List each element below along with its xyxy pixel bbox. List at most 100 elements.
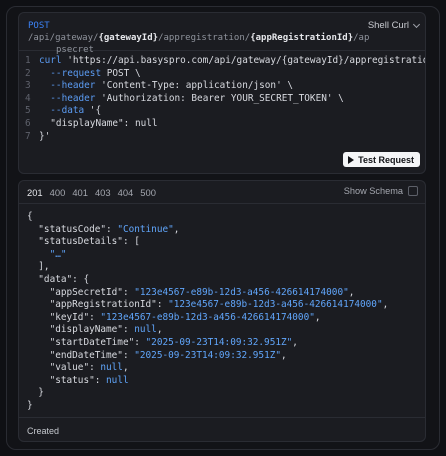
code-content: 'https://api.basyspro.com/api/gateway/{g… [61, 55, 426, 66]
response-status-tabs: 201 400 401 403 404 500 [27, 187, 156, 198]
line-number: 2 [25, 67, 31, 79]
json-key: "value": [27, 362, 101, 374]
json-line: "statusCode": "Continue", [27, 224, 388, 237]
code-text: }' [33, 131, 50, 144]
code-text: curl 'https://api.basyspro.com/api/gatew… [33, 55, 426, 68]
code-line: 7 }' [19, 130, 425, 144]
code-content: '{ [84, 105, 102, 117]
json-line: "data": { [27, 274, 388, 287]
test-request-label: Test Request [358, 154, 414, 165]
json-value: "Continue" [117, 223, 174, 235]
show-schema-toggle[interactable]: Show Schema [344, 186, 418, 196]
code-content: POST \ [101, 67, 141, 79]
json-key: "appSecretId": [27, 286, 135, 298]
response-status-description: Created [27, 426, 60, 436]
line-number: 4 [25, 92, 31, 104]
code-text: --header 'Authorization: Bearer YOUR_SEC… [33, 93, 344, 106]
tab-status-403[interactable]: 403 [95, 187, 111, 198]
show-schema-checkbox[interactable] [408, 186, 418, 196]
json-punct: , [292, 336, 298, 348]
show-schema-label: Show Schema [343, 186, 403, 196]
json-key: "status": [27, 374, 107, 386]
tab-status-500[interactable]: 500 [140, 187, 156, 198]
tab-status-404[interactable]: 404 [118, 187, 134, 198]
http-method: POST [28, 21, 50, 31]
code-keyword: --data [39, 105, 85, 117]
endpoint-url: POST /api/gateway/{gatewayId}/appregistr… [28, 20, 369, 56]
language-label: Shell Curl [367, 20, 409, 31]
json-key [27, 249, 50, 260]
json-key: "startDateTime": [27, 336, 146, 348]
json-line: "status": null [27, 375, 388, 388]
json-line: "keyId": "123e4567-e89b-12d3-a456-426614… [27, 312, 388, 325]
line-number: 3 [25, 80, 31, 92]
code-line: 3 --header 'Content-Type: application/js… [19, 80, 425, 93]
play-icon [348, 155, 355, 164]
request-panel: POST /api/gateway/{gatewayId}/appregistr… [18, 12, 426, 174]
json-punct: , [281, 349, 287, 361]
json-key: { [27, 211, 33, 222]
language-select[interactable]: Shell Curl [367, 20, 421, 31]
json-value: null [134, 324, 157, 336]
code-line: 6 "displayName": null [19, 118, 425, 131]
code-text: "displayName": null [33, 118, 157, 131]
json-line: } [27, 400, 388, 413]
code-line: 4 --header 'Authorization: Bearer YOUR_S… [19, 92, 425, 106]
json-value: "123e4567-e89b-12d3-a456-426614174000" [134, 286, 349, 298]
json-key: "endDateTime": [27, 349, 135, 361]
json-key: "appRegistrationId": [27, 299, 169, 311]
request-header: POST /api/gateway/{gatewayId}/appregistr… [19, 13, 425, 55]
line-number: 5 [25, 105, 31, 117]
json-key: "data": { [27, 273, 90, 285]
json-value: null [100, 362, 123, 374]
json-value: "123e4567-e89b-12d3-a456-426614174000" [168, 299, 383, 311]
json-punct: , [348, 286, 355, 298]
json-line: "value": null, [27, 362, 388, 375]
curl-code-block: 1 curl 'https://api.basyspro.com/api/gate… [19, 55, 426, 144]
json-key: "statusCode": [27, 223, 118, 235]
code-line: 5 --data '{ [19, 105, 425, 118]
json-line: "displayName": null, [27, 324, 388, 337]
tab-status-401[interactable]: 401 [72, 187, 88, 198]
test-request-button[interactable]: Test Request [343, 152, 420, 167]
chevron-down-icon [412, 20, 421, 28]
json-value: null [106, 374, 129, 386]
url-segment-wrap: psecret [56, 45, 94, 55]
code-content: }' [39, 130, 51, 142]
code-content: 'Content-Type: application/json' \ [95, 80, 294, 92]
json-value: "…" [49, 248, 67, 260]
tab-status-201[interactable]: 201 [27, 187, 43, 198]
json-key: "statusDetails": [ [27, 236, 140, 248]
line-number: 7 [25, 130, 31, 142]
json-line: "appRegistrationId": "123e4567-e89b-12d3… [27, 299, 389, 312]
json-value: "123e4567-e89b-12d3-a456-426614174000" [100, 311, 315, 323]
json-key: "displayName": [27, 324, 135, 336]
json-punct: , [314, 311, 321, 323]
json-value: "2025-09-23T14:09:32.951Z" [134, 349, 281, 361]
url-param-app-registration-id: {appRegistrationId} [250, 33, 354, 43]
code-keyword: curl [39, 55, 62, 66]
json-key: } [27, 399, 33, 411]
json-line: "appSecretId": "123e4567-e89b-12d3-a456-… [27, 287, 388, 300]
response-json-block: { "statusCode": "Continue", "statusDetai… [27, 211, 388, 413]
code-text: --request POST \ [33, 67, 141, 81]
divider [19, 417, 425, 418]
url-segment: /api/gateway/ [28, 33, 99, 43]
line-number: 1 [25, 55, 31, 66]
json-punct: , [173, 223, 180, 235]
tab-status-400[interactable]: 400 [50, 187, 66, 198]
code-line: 1 curl 'https://api.basyspro.com/api/gate… [19, 55, 426, 68]
json-line: "statusDetails": [ [27, 236, 388, 249]
response-panel: 201 400 401 403 404 500 Show Schema { "status… [18, 180, 426, 442]
code-keyword: --request [39, 67, 102, 79]
json-key: } [27, 387, 44, 399]
json-key: "keyId": [27, 311, 101, 323]
code-line: 2 --request POST \ [19, 67, 425, 81]
json-key: ], [27, 261, 50, 273]
json-punct: , [156, 324, 163, 336]
code-keyword: --header [39, 92, 96, 104]
code-content: 'Authorization: Bearer YOUR_SECRET_TOKEN… [95, 92, 344, 104]
code-keyword: --header [39, 80, 96, 92]
json-value: "2025-09-23T14:09:32.951Z" [145, 336, 293, 348]
url-param-gateway-id: {gatewayId} [98, 33, 159, 43]
